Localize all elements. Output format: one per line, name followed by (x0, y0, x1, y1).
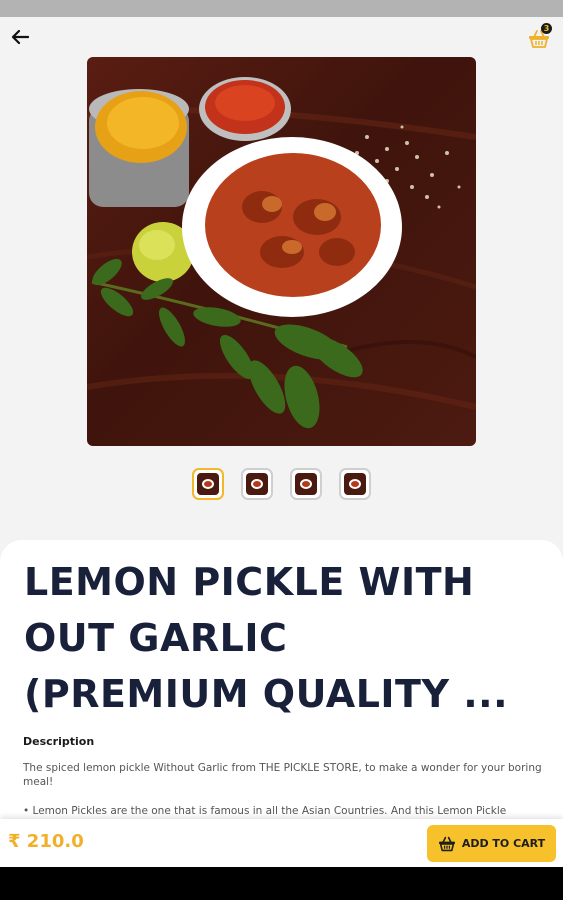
description-text: The spiced lemon pickle Without Garlic f… (23, 762, 542, 788)
arrow-left-icon (11, 29, 29, 45)
cart-button[interactable]: 3 (526, 23, 554, 51)
thumbnail-4[interactable] (339, 468, 371, 500)
top-bar: 3 (0, 17, 563, 57)
back-button[interactable] (8, 25, 32, 49)
product-detail-screen: 3 LEMON PICKLE WITH OUT GARLIC (PREMIUM … (0, 17, 563, 867)
thumbnail-2[interactable] (241, 468, 273, 500)
product-main-image[interactable] (87, 57, 476, 446)
system-nav-bar (0, 867, 563, 900)
price-label: ₹ 210.0 (8, 831, 84, 852)
pickle-photo-illustration (87, 77, 476, 429)
description-heading: Description (23, 735, 95, 748)
cart-count-badge: 3 (541, 23, 552, 34)
status-bar (0, 0, 563, 17)
description-bullet: • Lemon Pickles are the one that is famo… (23, 805, 507, 817)
add-to-cart-button[interactable]: ADD TO CART (427, 825, 556, 862)
basket-icon (438, 836, 455, 851)
thumbnail-strip (190, 468, 380, 504)
product-title: LEMON PICKLE WITH OUT GARLIC (PREMIUM QU… (24, 560, 509, 716)
bottom-action-bar: ₹ 210.0 ADD TO CART (0, 819, 563, 867)
product-info-sheet: LEMON PICKLE WITH OUT GARLIC (PREMIUM QU… (0, 540, 563, 867)
thumbnail-1[interactable] (192, 468, 224, 500)
add-to-cart-label: ADD TO CART (461, 837, 546, 850)
thumbnail-3[interactable] (290, 468, 322, 500)
